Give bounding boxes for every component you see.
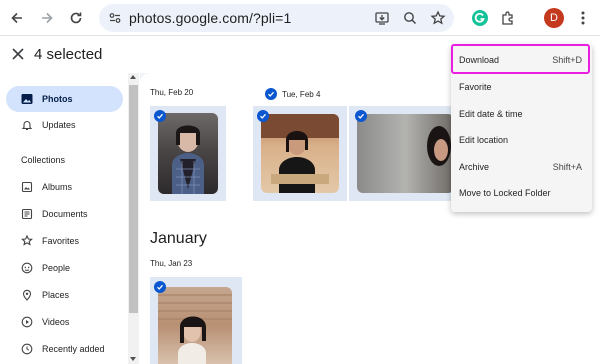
sidebar-item-favorites[interactable]: Favorites bbox=[6, 228, 123, 254]
sidebar-item-label: Updates bbox=[42, 120, 76, 130]
photo-thumbnail[interactable] bbox=[261, 114, 339, 193]
forward-arrow-icon[interactable] bbox=[36, 7, 58, 29]
sidebar-item-label: Favorites bbox=[42, 236, 80, 246]
location-pin-icon bbox=[20, 288, 34, 302]
selected-check-icon[interactable] bbox=[154, 110, 166, 122]
menu-item-edit-location[interactable]: Edit location bbox=[451, 127, 592, 153]
sidebar-item-places[interactable]: Places bbox=[6, 282, 123, 308]
sidebar-item-people[interactable]: People bbox=[6, 255, 123, 281]
menu-item-shortcut: Shift+A bbox=[552, 162, 582, 172]
sidebar-item-photos[interactable]: Photos bbox=[6, 86, 123, 112]
clock-icon bbox=[20, 342, 34, 356]
photo-thumbnail[interactable] bbox=[158, 287, 232, 364]
face-icon bbox=[20, 261, 34, 275]
date-group-header[interactable]: Tue, Feb 4 bbox=[265, 88, 320, 100]
album-icon bbox=[20, 180, 34, 194]
sidebar-item-albums[interactable]: Albums bbox=[6, 174, 123, 200]
menu-item-edit-date-time[interactable]: Edit date & time bbox=[451, 101, 592, 127]
menu-item-favorite[interactable]: Favorite bbox=[451, 74, 592, 100]
photo-thumbnail[interactable] bbox=[357, 114, 454, 193]
download-highlight-outline bbox=[451, 44, 590, 74]
selected-check-icon[interactable] bbox=[355, 110, 367, 122]
menu-item-move-to-locked-folder[interactable]: Move to Locked Folder bbox=[451, 180, 592, 206]
extensions-puzzle-icon[interactable] bbox=[497, 7, 519, 29]
date-group-label: Tue, Feb 4 bbox=[282, 89, 321, 99]
group-check-icon[interactable] bbox=[265, 88, 277, 100]
url-text: photos.google.com/?pli=1 bbox=[129, 10, 292, 26]
menu-item-label: Edit date & time bbox=[459, 109, 523, 119]
scrollbar-thumb[interactable] bbox=[129, 85, 138, 313]
zoom-icon[interactable] bbox=[401, 9, 419, 27]
selected-check-icon[interactable] bbox=[257, 110, 269, 122]
photo-icon bbox=[20, 92, 34, 106]
sidebar-scrollbar[interactable] bbox=[128, 73, 139, 364]
play-circle-icon bbox=[20, 315, 34, 329]
selected-count: 4 selected bbox=[34, 46, 103, 63]
date-group-label: Thu, Feb 20 bbox=[150, 88, 194, 97]
sidebar-item-recently-added[interactable]: Recently added bbox=[6, 336, 123, 362]
document-icon bbox=[20, 207, 34, 221]
address-bar[interactable]: photos.google.com/?pli=1 bbox=[99, 4, 454, 32]
browser-menu-icon[interactable] bbox=[572, 7, 594, 29]
menu-item-label: Edit location bbox=[459, 135, 509, 145]
date-group-label: Thu, Jan 23 bbox=[150, 259, 193, 268]
menu-item-label: Favorite bbox=[459, 82, 492, 92]
site-settings-icon[interactable] bbox=[106, 9, 124, 27]
bookmark-star-icon[interactable] bbox=[429, 9, 447, 27]
selected-check-icon[interactable] bbox=[154, 281, 166, 293]
sidebar-item-label: Albums bbox=[42, 182, 73, 192]
sidebar-item-label: Recently added bbox=[42, 344, 105, 354]
bell-icon bbox=[20, 118, 34, 132]
menu-item-label: Move to Locked Folder bbox=[459, 188, 551, 198]
scroll-down-arrow-icon[interactable] bbox=[130, 357, 136, 361]
close-selection-icon[interactable] bbox=[8, 44, 28, 64]
sidebar: Photos Updates Collections Albums Docume… bbox=[0, 80, 128, 364]
install-app-icon[interactable] bbox=[373, 9, 391, 27]
sidebar-item-label: Videos bbox=[42, 317, 70, 327]
profile-avatar[interactable]: D bbox=[544, 8, 564, 28]
menu-item-label: Archive bbox=[459, 162, 490, 172]
grammarly-extension-icon[interactable] bbox=[469, 7, 491, 29]
sidebar-item-videos[interactable]: Videos bbox=[6, 309, 123, 335]
photo-thumbnail[interactable] bbox=[158, 113, 218, 194]
sidebar-item-label: Photos bbox=[42, 94, 73, 104]
month-heading: January bbox=[150, 230, 207, 247]
star-icon bbox=[20, 234, 34, 248]
sidebar-item-documents[interactable]: Documents bbox=[6, 201, 123, 227]
menu-item-archive[interactable]: Archive Shift+A bbox=[451, 154, 592, 180]
collections-heading: Collections bbox=[21, 155, 66, 165]
sidebar-item-label: People bbox=[42, 263, 71, 273]
back-arrow-icon[interactable] bbox=[6, 7, 28, 29]
sidebar-item-label: Documents bbox=[42, 209, 88, 219]
sidebar-item-label: Places bbox=[42, 290, 70, 300]
reload-icon[interactable] bbox=[65, 7, 87, 29]
browser-toolbar: photos.google.com/?pli=1 D bbox=[0, 0, 600, 36]
sidebar-item-updates[interactable]: Updates bbox=[6, 112, 123, 138]
scroll-up-arrow-icon[interactable] bbox=[130, 75, 136, 79]
